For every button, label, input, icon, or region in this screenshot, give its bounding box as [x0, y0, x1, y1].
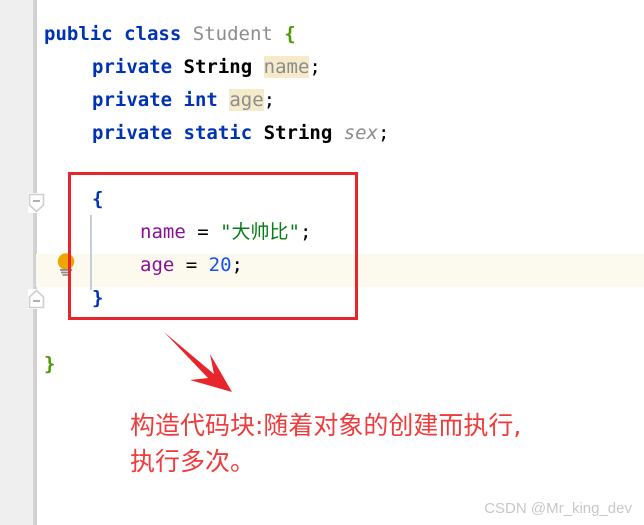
code-token: private [92, 56, 173, 78]
code-line[interactable]: private String name; [92, 51, 321, 84]
code-token: static [183, 122, 253, 144]
code-token: String [183, 56, 253, 78]
code-line[interactable]: public class Student { [44, 18, 296, 51]
code-line[interactable]: } [44, 348, 55, 381]
code-token: ; [309, 56, 321, 78]
code-token: name [263, 56, 310, 78]
code-token: } [44, 353, 56, 375]
code-line[interactable]: private static String sex; [92, 117, 390, 150]
code-token: ; [263, 89, 276, 111]
code-token: class [124, 23, 182, 45]
code-editor[interactable]: public class Student {private String nam… [0, 0, 644, 525]
code-token: Student [192, 23, 273, 45]
watermark: CSDN @Mr_king_dev [484, 500, 632, 517]
annotation-highlight-box [68, 172, 358, 320]
code-token: String [263, 122, 333, 144]
code-token: public [44, 23, 113, 45]
code-token: { [284, 23, 296, 45]
code-token: private [92, 89, 173, 111]
annotation-text: 构造代码块:随着对象的创建而执行, 执行多次。 [130, 411, 522, 476]
code-token: sex [343, 122, 379, 144]
arrow-down-right-icon [160, 328, 240, 396]
code-token: age [229, 89, 264, 111]
code-line[interactable]: private int age; [92, 84, 275, 117]
code-token: ; [378, 122, 390, 144]
code-token: private [92, 122, 173, 144]
code-token: int [183, 89, 218, 111]
